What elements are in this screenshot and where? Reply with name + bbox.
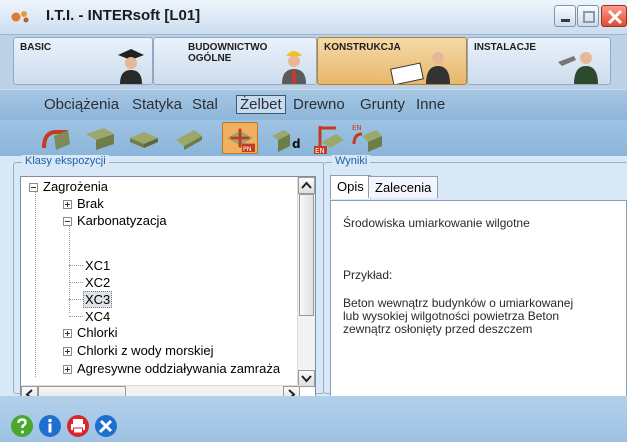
print-icon[interactable] <box>66 414 90 438</box>
results-title: Wyniki <box>332 155 371 167</box>
tree-vertical-scrollbar[interactable] <box>297 177 315 387</box>
tree-connector <box>69 265 83 266</box>
window-title: I.T.I. - INTERsoft [L01] <box>46 7 201 24</box>
module-bar: BASIC BUDOWNICTWO OGÓLNE KONSTRUKCJA INS… <box>0 35 627 89</box>
exposure-classes-title: Klasy ekspozycji <box>22 155 109 167</box>
info-icon[interactable] <box>38 414 62 438</box>
expand-toggle[interactable] <box>63 329 72 338</box>
maximize-button[interactable] <box>577 5 599 27</box>
expand-toggle[interactable] <box>63 200 72 209</box>
builder-figure-icon <box>282 51 306 84</box>
module-budownictwo[interactable]: BUDOWNICTWO OGÓLNE <box>153 37 317 85</box>
cross-section-pn-button[interactable]: PN <box>222 122 258 154</box>
tree-connector <box>35 191 36 377</box>
example-label: Przykład: <box>343 268 393 282</box>
tab-zalecenia[interactable]: Zalecenia <box>368 176 439 198</box>
pn-badge: PN <box>243 145 252 153</box>
menu-inne[interactable]: Inne <box>416 96 445 113</box>
tree-connector <box>69 316 83 317</box>
tree-node-agresywne[interactable]: Agresywne oddziaływania zamraża <box>77 361 280 376</box>
tree-node-xc1[interactable]: XC1 <box>85 258 110 273</box>
settings-tools-icon[interactable] <box>94 414 118 438</box>
engineer-figure-icon <box>390 52 450 84</box>
tree-node-chlorki-morskie[interactable]: Chlorki z wody morskiej <box>77 343 214 358</box>
maximize-icon <box>583 11 595 23</box>
title-bar: I.T.I. - INTERsoft [L01] <box>0 0 627 35</box>
example-line: zewnątrz osłonięty przed deszczem <box>343 322 533 336</box>
collapse-toggle[interactable] <box>29 183 38 192</box>
tree-node-xc3[interactable]: XC3 <box>83 291 113 308</box>
app-logo-icon <box>11 11 29 23</box>
expand-toggle[interactable] <box>63 347 72 356</box>
menu-obciazenia[interactable]: Obciążenia <box>44 96 119 113</box>
wall-en-icon[interactable]: EN <box>352 122 384 154</box>
environment-description: Środowiska umiarkowanie wilgotne <box>343 216 530 230</box>
tree-node-brak[interactable]: Brak <box>77 196 104 211</box>
module-instalacje[interactable]: INSTALACJE <box>467 37 611 85</box>
tree-node-chlorki[interactable]: Chlorki <box>77 325 117 340</box>
module-label: BUDOWNICTWO OGÓLNE <box>188 42 267 64</box>
tree-node-zagrozenia[interactable]: Zagrożenia <box>43 179 108 194</box>
tree-connector <box>69 299 83 300</box>
scroll-down-button[interactable] <box>298 370 315 387</box>
category-menu: Obciążenia Statyka Stal Żelbet Drewno Gr… <box>0 90 627 120</box>
collapse-toggle[interactable] <box>63 217 72 226</box>
crane-en-icon[interactable]: EN <box>314 122 346 154</box>
description-panel: Środowiska umiarkowanie wilgotne Przykła… <box>330 200 627 404</box>
module-basic[interactable]: BASIC <box>13 37 153 85</box>
graduate-figure-icon <box>118 49 144 84</box>
d-badge: d <box>292 137 301 151</box>
scroll-up-button[interactable] <box>298 177 315 194</box>
menu-stal[interactable]: Stal <box>192 96 218 113</box>
tree-node-karbonatyzacja[interactable]: Karbonatyzacja <box>77 213 167 228</box>
tab-opis[interactable]: Opis <box>330 175 371 199</box>
menu-drewno[interactable]: Drewno <box>293 96 345 113</box>
menu-statyka[interactable]: Statyka <box>132 96 182 113</box>
module-label-line2: OGÓLNE <box>188 53 232 64</box>
minimize-icon <box>561 19 570 22</box>
module-konstrukcja[interactable]: KONSTRUKCJA <box>317 37 467 85</box>
footing-d-icon[interactable]: d <box>270 122 302 154</box>
beam-section-icon[interactable] <box>84 122 116 154</box>
close-button[interactable] <box>601 5 627 27</box>
menu-grunty[interactable]: Grunty <box>360 96 405 113</box>
cross-section-pn-icon: PN <box>226 128 255 153</box>
tree-connector <box>69 282 83 283</box>
module-toolbar: PN d EN EN <box>0 120 627 156</box>
close-icon <box>607 9 623 25</box>
vertical-scroll-thumb[interactable] <box>299 194 314 316</box>
module-label: BASIC <box>20 42 52 53</box>
slab-icon[interactable] <box>128 122 160 154</box>
expand-toggle[interactable] <box>63 365 72 374</box>
module-label: INSTALACJE <box>474 42 537 53</box>
help-icon[interactable] <box>10 414 34 438</box>
tree-node-xc4[interactable]: XC4 <box>85 309 110 324</box>
chevron-down-icon <box>301 375 312 383</box>
menu-zelbet[interactable]: Żelbet <box>236 95 286 114</box>
en-badge: EN <box>315 147 325 154</box>
exposure-tree[interactable]: Zagrożenia Brak Karbonatyzacja XC1 XC2 X… <box>20 176 316 404</box>
module-label-line1: BUDOWNICTWO <box>188 42 268 53</box>
minimize-button[interactable] <box>554 5 576 27</box>
rebar-bending-icon[interactable] <box>40 122 72 154</box>
main-content: Klasy ekspozycji Wyniki Zagrożenia Brak … <box>0 155 627 404</box>
en-badge: EN <box>352 124 362 132</box>
chevron-up-icon <box>301 181 312 189</box>
tree-node-xc2[interactable]: XC2 <box>85 275 110 290</box>
bottom-toolbar <box>0 396 627 442</box>
column-icon[interactable] <box>172 122 204 154</box>
plumber-figure-icon <box>558 52 598 84</box>
